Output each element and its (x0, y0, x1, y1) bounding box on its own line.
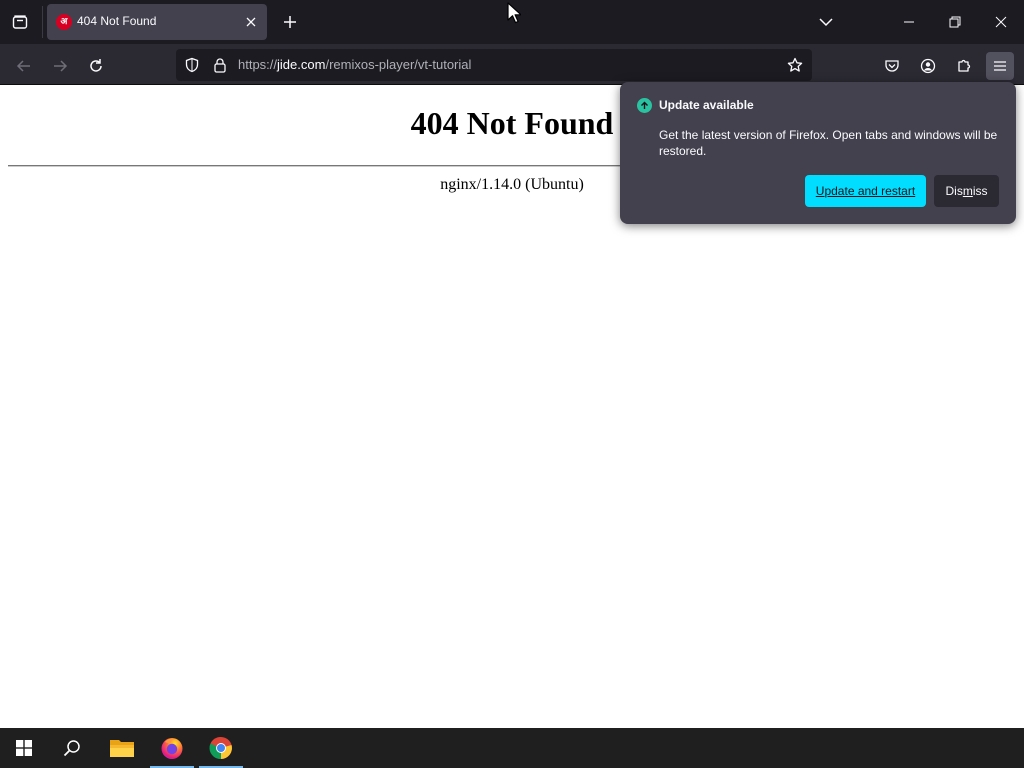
star-icon (787, 57, 803, 72)
new-tab-button[interactable] (279, 11, 301, 33)
taskbar (0, 728, 1024, 768)
navigation-toolbar: https://jide.com/remixos-player/vt-tutor… (0, 44, 1024, 85)
arrow-right-icon (54, 60, 68, 72)
tab-active[interactable]: अ 404 Not Found (47, 4, 267, 40)
taskbar-firefox[interactable] (148, 728, 196, 768)
mouse-cursor-icon (507, 2, 521, 24)
url-host: jide.com (277, 57, 326, 72)
search-icon (63, 740, 80, 757)
back-button[interactable] (10, 52, 38, 80)
taskbar-search-button[interactable] (48, 728, 96, 768)
bookmark-button[interactable] (785, 55, 805, 75)
url-bar[interactable]: https://jide.com/remixos-player/vt-tutor… (176, 49, 812, 81)
account-button[interactable] (914, 52, 942, 80)
account-icon (920, 58, 936, 74)
close-tab-button[interactable] (241, 12, 261, 32)
close-window-button[interactable] (978, 0, 1024, 44)
update-available-panel: Update available Get the latest version … (620, 82, 1016, 224)
minimize-icon (904, 21, 914, 23)
plus-icon (284, 16, 296, 28)
extensions-button[interactable] (950, 52, 978, 80)
lock-icon (214, 58, 226, 73)
start-button[interactable] (0, 728, 48, 768)
reload-button[interactable] (82, 52, 110, 80)
forward-button[interactable] (46, 52, 74, 80)
shield-icon (185, 57, 199, 73)
close-icon (246, 17, 256, 27)
dismiss-button[interactable]: Dis m iss (934, 175, 999, 207)
close-icon (995, 16, 1007, 28)
hamburger-icon (994, 61, 1006, 71)
reload-icon (90, 59, 102, 72)
taskbar-file-explorer[interactable] (98, 728, 146, 768)
pocket-icon (885, 60, 899, 72)
minimize-button[interactable] (886, 0, 932, 44)
arrow-up-icon (641, 101, 648, 109)
update-and-restart-button[interactable]: Update and restart (805, 175, 926, 207)
restore-icon (949, 16, 961, 28)
tab-separator (42, 6, 43, 38)
firefox-icon (161, 738, 183, 759)
chrome-icon (209, 736, 232, 760)
tracking-protection-button[interactable] (182, 55, 202, 75)
tab-list-button[interactable] (8, 10, 32, 34)
update-icon (637, 98, 652, 113)
restore-button[interactable] (932, 0, 978, 44)
windows-logo-icon (16, 740, 32, 756)
panel-description: Get the latest version of Firefox. Open … (659, 128, 998, 158)
list-all-tabs-button[interactable] (803, 0, 849, 44)
url-prefix: https:// (238, 57, 278, 72)
chevron-down-icon (819, 18, 833, 27)
site-identity-button[interactable] (210, 55, 230, 75)
url-path: /remixos-player/vt-tutorial (325, 57, 472, 72)
app-menu-button[interactable] (986, 52, 1014, 80)
folder-icon (110, 740, 134, 757)
tab-title: 404 Not Found (77, 14, 157, 28)
dismiss-label-start: Dis (945, 184, 963, 198)
url-text[interactable]: https://jide.com/remixos-player/vt-tutor… (238, 57, 471, 72)
taskbar-chrome[interactable] (197, 728, 245, 768)
pocket-button[interactable] (878, 52, 906, 80)
dismiss-accesskey: m (962, 184, 973, 198)
puzzle-icon (958, 59, 971, 72)
arrow-left-icon (16, 60, 30, 72)
panel-title: Update available (659, 98, 754, 112)
site-favicon: अ (56, 14, 72, 30)
tab-list-icon (12, 15, 28, 29)
dismiss-label-end: iss (972, 184, 988, 198)
